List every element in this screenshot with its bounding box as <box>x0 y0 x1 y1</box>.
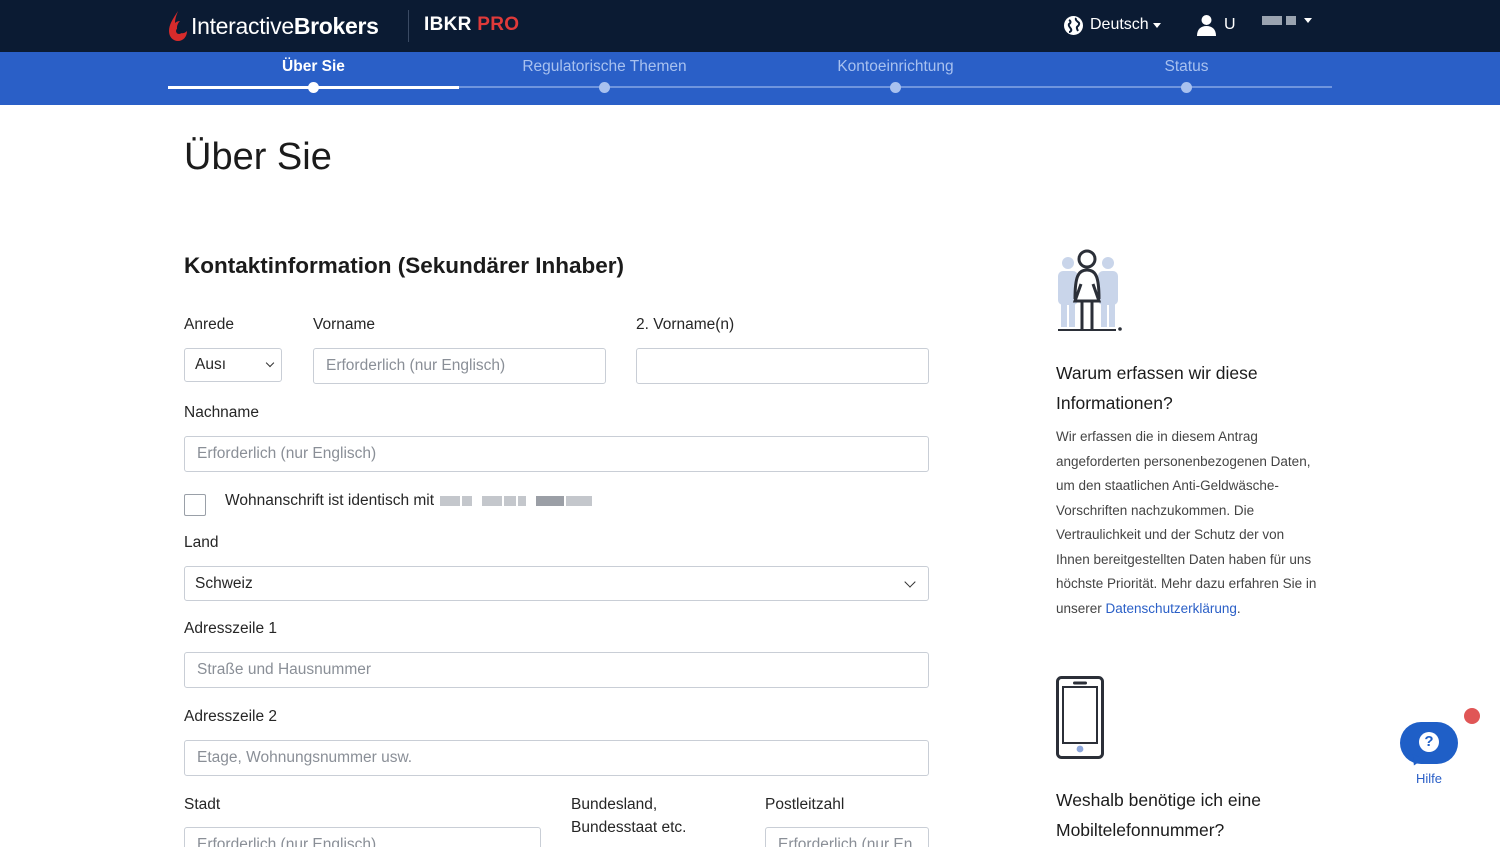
land-select[interactable]: Schweiz <box>184 566 929 601</box>
brand-name: InteractiveBrokers <box>191 12 379 39</box>
nachname-input[interactable] <box>184 436 929 472</box>
page-title: Über Sie <box>184 136 332 178</box>
step-ueber-sie[interactable]: Über Sie <box>168 52 459 93</box>
adresse1-label: Adresszeile 1 <box>184 620 278 637</box>
vorname-input[interactable] <box>313 348 606 384</box>
person-group-icon <box>1056 249 1124 338</box>
redacted-account <box>1262 16 1282 25</box>
nachname-label: Nachname <box>184 404 259 421</box>
notification-badge <box>1464 708 1480 724</box>
same-address-checkbox[interactable] <box>184 494 206 516</box>
step-dot <box>890 82 901 93</box>
mobile-phone-icon <box>1056 676 1104 764</box>
brand-flame-icon <box>168 10 188 42</box>
user-icon <box>1197 15 1216 36</box>
user-id: U <box>1224 16 1236 33</box>
stadt-input[interactable] <box>184 827 541 847</box>
language-label: Deutsch <box>1090 16 1149 33</box>
adresse1-input[interactable] <box>184 652 929 688</box>
step-status[interactable]: Status <box>1041 52 1332 93</box>
progress-steps: Über Sie Regulatorische Themen Kontoeinr… <box>0 52 1500 105</box>
help-button[interactable]: ? <box>1400 722 1458 769</box>
vorname-label: Vorname <box>313 316 376 333</box>
anrede-select[interactable]: Ausı <box>184 348 282 382</box>
chevron-down-icon <box>265 358 275 368</box>
stadt-label: Stadt <box>184 796 221 813</box>
adresse2-label: Adresszeile 2 <box>184 708 278 725</box>
redacted-name <box>440 496 594 506</box>
step-kontoeinrichtung[interactable]: Kontoeinrichtung <box>750 52 1041 93</box>
header-divider <box>408 10 409 42</box>
plz-input[interactable] <box>765 827 929 847</box>
why-title: Warum erfassen wir diese Informationen? <box>1056 363 1258 413</box>
land-value: Schweiz <box>195 574 253 592</box>
language-selector[interactable]: Deutsch <box>1063 13 1161 37</box>
question-icon: ? <box>1419 732 1439 752</box>
land-label: Land <box>184 534 219 551</box>
section-title: Kontaktinformation (Sekundärer Inhaber) <box>184 253 625 278</box>
chevron-down-icon <box>904 576 916 588</box>
same-address-label: Wohnanschrift ist identisch mit <box>225 492 594 510</box>
user-menu[interactable]: U <box>1197 12 1236 38</box>
top-header: InteractiveBrokers IBKR PRO Deutsch U <box>0 0 1500 52</box>
plz-label: Postleitzahl <box>765 796 845 813</box>
step-dot <box>308 82 319 93</box>
anrede-label: Anrede <box>184 316 234 333</box>
chat-bubble-tail <box>1408 753 1424 769</box>
privacy-policy-link[interactable]: Datenschutzerklärung <box>1106 601 1237 616</box>
phone-title: Weshalb benötige ich eine Mobiltelefonnu… <box>1056 790 1261 840</box>
help-label[interactable]: Hilfe <box>1400 771 1458 786</box>
vorname2-label: 2. Vorname(n) <box>636 316 735 333</box>
globe-icon <box>1064 15 1083 35</box>
step-dot <box>599 82 610 93</box>
redacted-account <box>1286 16 1296 25</box>
account-selector[interactable] <box>1262 16 1312 25</box>
bundesland-label: Bundesland, Bundesstaat etc. <box>571 796 687 836</box>
chevron-down-icon <box>1152 22 1161 28</box>
adresse2-input[interactable] <box>184 740 929 776</box>
chevron-down-icon <box>1304 18 1312 23</box>
vorname2-input[interactable] <box>636 348 929 384</box>
anrede-value: Ausı <box>195 356 227 373</box>
step-regulatorische-themen[interactable]: Regulatorische Themen <box>459 52 750 93</box>
brand-logo[interactable]: InteractiveBrokers <box>168 8 379 44</box>
product-name: IBKR PRO <box>424 14 520 35</box>
why-body: Wir erfassen die in diesem Antrag angefo… <box>1056 429 1317 616</box>
step-dot <box>1181 82 1192 93</box>
